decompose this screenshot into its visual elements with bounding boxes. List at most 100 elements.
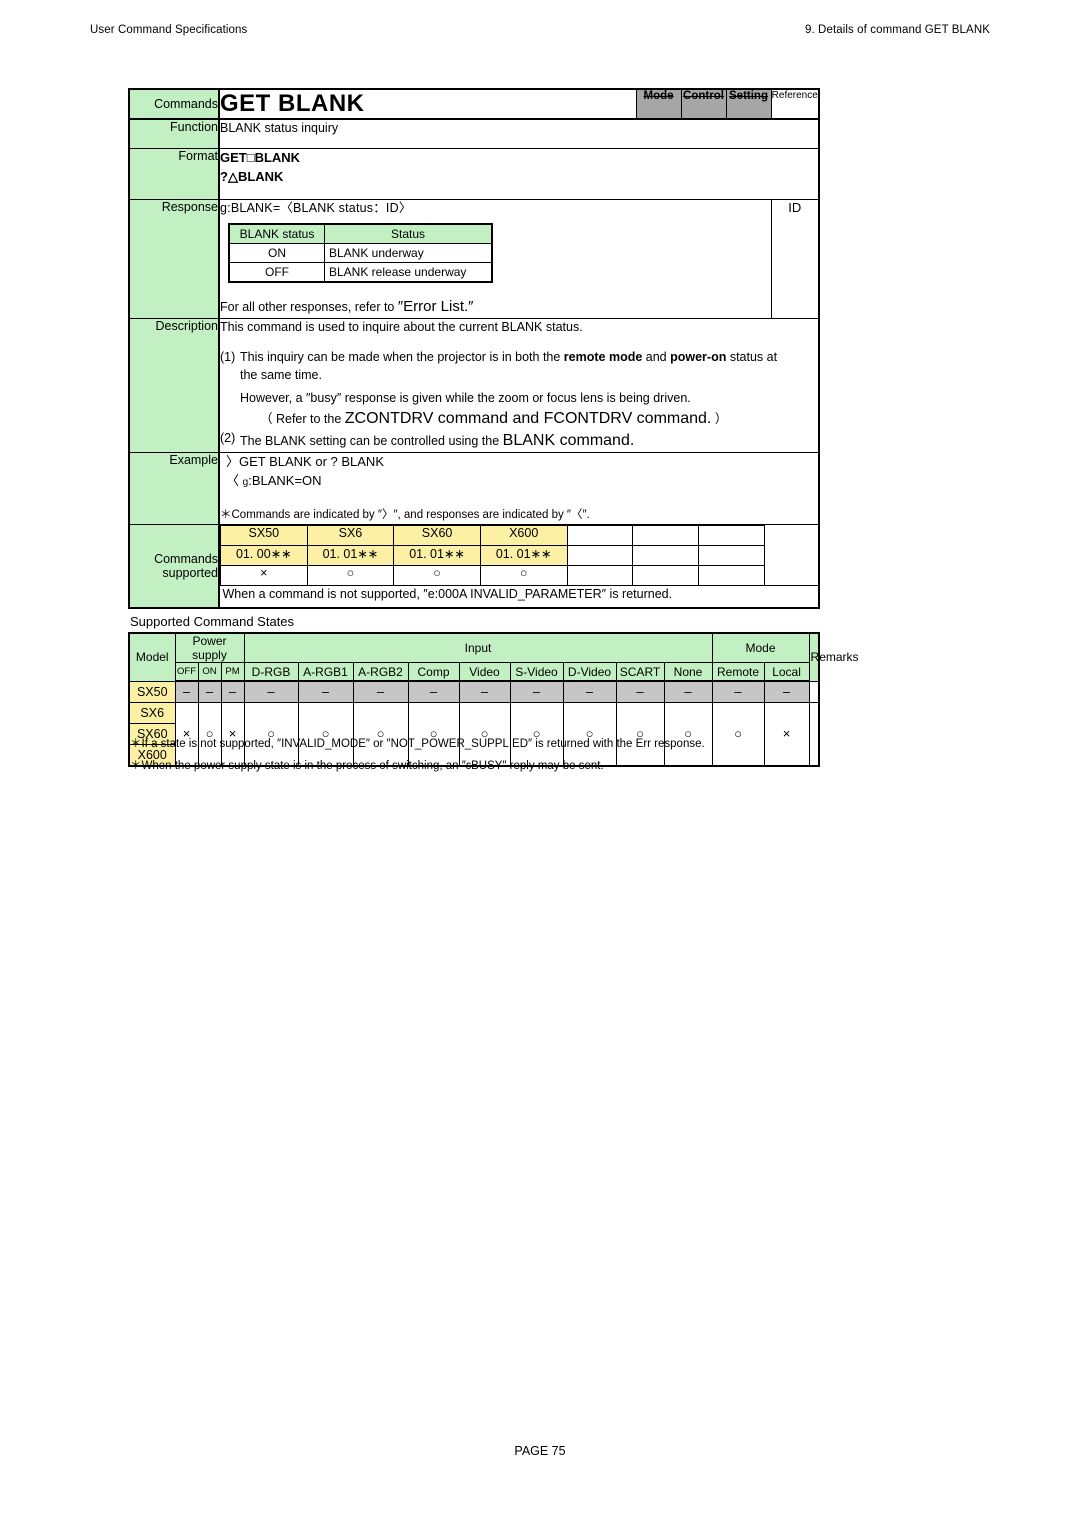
header-document-title: User Command Specifications: [90, 24, 248, 36]
commands-supported-block: SX50 SX6 SX60 X600 01. 00∗∗ 01. 01∗∗ 01.…: [218, 523, 820, 609]
supported-versions-row: 01. 00∗∗ 01. 01∗∗ 01. 01∗∗ 01. 01∗∗: [220, 544, 819, 566]
response-row: Response g:BLANK=〈BLANK status：ID〉 BLANK…: [128, 199, 820, 319]
states-sx50-mode-local: –: [763, 680, 810, 703]
example-note: ＊Commands are indicated by ″〉″, and resp…: [220, 509, 590, 522]
desc1d-pre: （ Refer to the: [260, 411, 345, 426]
supported-version-spacer: [764, 545, 818, 565]
states-row-sx6: SX6 × ○ × ○ ○ ○ ○ ○ ○ ○ ○ ○ ○ ×: [128, 701, 820, 766]
label-function: Function: [128, 118, 220, 149]
states-header-input: Input: [243, 632, 713, 663]
desc1a-pre: This inquiry can be made when the projec…: [240, 350, 564, 365]
description-item-2-text: The BLANK setting can be controlled usin…: [240, 430, 818, 452]
example-response-body: :BLANK=ON: [248, 473, 322, 489]
supported-model-sx60: SX60: [393, 524, 481, 546]
supported-model-spacer: [764, 525, 818, 545]
description-item-1-line-b: the same time.: [240, 367, 322, 382]
states-sx50-remarks: [808, 680, 820, 703]
states-model-sx6: SX6: [128, 701, 176, 724]
states-subheader-power-pm: PM: [220, 662, 245, 682]
states-header-row-1: Model Power supply Input Mode Remarks: [128, 632, 859, 682]
states-sx50-input-s-video: –: [509, 680, 564, 703]
states-sx50-power-off: –: [174, 680, 199, 703]
desc1d-commands: ZCONTDRV command and FCONTDRV command.: [344, 409, 712, 427]
states-sx50-power-on: –: [197, 680, 222, 703]
states-sx50-input-a-rgb1: –: [297, 680, 354, 703]
states-note-2: ＊When the power supply state is in the p…: [130, 759, 604, 772]
flag-control: Control: [680, 88, 727, 120]
desc1a-remote-mode: remote mode: [563, 350, 643, 365]
supported-mark-empty-1: [566, 564, 634, 586]
supported-model-empty-3: [697, 524, 765, 546]
supported-mark-x600: ○: [479, 564, 568, 586]
description-item-1-line-c: However, a ″busy″ response is given whil…: [240, 391, 691, 406]
states-header-row-2: OFF ON PM D-RGB A-RGB1 A-RGB2 Comp Video…: [129, 662, 819, 682]
desc2-blank-command: BLANK command.: [502, 432, 635, 450]
status-desc-on: BLANK underway: [324, 243, 493, 264]
page-footer: PAGE 75: [0, 1444, 1080, 1458]
supported-model-empty-2: [632, 524, 699, 546]
example-row: Example 〉GET BLANK or ? BLANK 〈 g:BLANK=…: [128, 452, 820, 525]
states-sx50-input-a-rgb2: –: [352, 680, 409, 703]
desc1d-post: ）: [711, 411, 728, 426]
label-response: Response: [128, 199, 220, 319]
command-title: GET BLANK: [218, 88, 637, 120]
supported-mark-spacer: [764, 565, 818, 585]
states-subheader-input-d-rgb: D-RGB: [243, 662, 299, 682]
states-note-1: ＊If a state is not supported, ″INVALID_M…: [130, 738, 705, 750]
label-commands-supported: Commands supported: [128, 523, 220, 609]
states-sx50-input-scart: –: [615, 680, 665, 703]
description-block: This command is used to inquire about th…: [218, 317, 820, 454]
status-header-blank-status: BLANK status: [228, 223, 325, 245]
states-subheader-power-on: ON: [197, 662, 222, 682]
states-model-sx50: SX50: [128, 680, 176, 703]
states-sx50-input-none: –: [663, 680, 713, 703]
states-header-remarks: Remarks: [808, 632, 859, 682]
label-commands: Commands: [128, 88, 220, 120]
states-subheader-input-a-rgb1: A-RGB1: [297, 662, 354, 682]
format-block: GET□BLANK ?△BLANK: [218, 148, 820, 200]
description-item-2-number: (2): [220, 431, 236, 446]
supported-note: When a command is not supported, ″e:000A…: [220, 584, 818, 607]
response-signature: g:BLANK=〈BLANK status：ID〉: [220, 201, 412, 215]
states-subheader-input-d-video: D-Video: [562, 662, 617, 682]
blank-status-table: BLANK status Status ON BLANK underway OF…: [228, 222, 493, 284]
states-header-power-supply: Power supply: [174, 632, 245, 663]
supported-version-empty-2: [632, 544, 699, 566]
label-commands-supported-line2: supported: [162, 565, 218, 580]
flag-setting: Setting: [725, 88, 772, 120]
supported-model-x600: X600: [479, 524, 568, 546]
supported-model-sx50: SX50: [220, 524, 308, 546]
description-row: Description This command is used to inqu…: [128, 317, 820, 454]
label-commands-supported-line1: Commands: [154, 551, 218, 566]
supported-mark-sx50: ×: [220, 564, 308, 586]
status-header-row: BLANK status Status: [228, 223, 493, 245]
response-error-note-pre: For all other responses, refer to: [220, 300, 398, 315]
command-title-row: Commands GET BLANK Mode Control Setting …: [128, 88, 820, 120]
states-sx50-mode-remote: –: [711, 680, 765, 703]
supported-version-x600: 01. 01∗∗: [479, 544, 568, 566]
states-row-sx50: SX50 – – – – – – – – – – – – – –: [128, 680, 820, 703]
description-item-1: (1) This inquiry can be made when the pr…: [220, 349, 818, 430]
response-error-note: For all other responses, refer to ″Error…: [220, 297, 771, 317]
label-format: Format: [128, 148, 220, 200]
example-line-response: 〈 g:BLANK=ON: [220, 472, 818, 491]
function-row: Function BLANK status inquiry: [128, 118, 820, 149]
description-item-1-text: This inquiry can be made when the projec…: [240, 349, 818, 430]
status-value-on: ON: [228, 243, 325, 264]
status-value-off: OFF: [228, 262, 325, 283]
states-subheader-mode-remote: Remote: [711, 662, 765, 682]
states-subheader-power-off: OFF: [174, 662, 199, 682]
desc2-pre: The BLANK setting can be controlled usin…: [240, 434, 503, 449]
states-subheader-input-comp: Comp: [407, 662, 460, 682]
response-error-note-link: ″Error List.″: [397, 298, 474, 316]
states-subheader-input-none: None: [663, 662, 713, 682]
desc1a-mid: and: [642, 350, 671, 365]
states-subheader-input-s-video: S-Video: [509, 662, 564, 682]
example-line-request: 〉GET BLANK or ? BLANK: [226, 454, 384, 470]
supported-version-sx60: 01. 01∗∗: [393, 544, 481, 566]
description-item-1-number: (1): [220, 350, 236, 365]
supported-version-empty-3: [697, 544, 765, 566]
states-sx50-input-d-video: –: [562, 680, 617, 703]
desc1a-post: status at: [726, 350, 778, 365]
states-sx50-power-pm: –: [220, 680, 245, 703]
